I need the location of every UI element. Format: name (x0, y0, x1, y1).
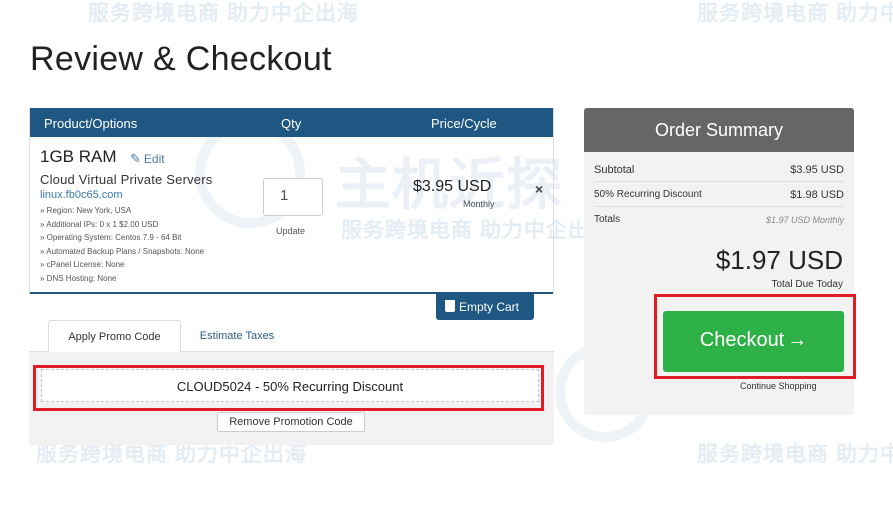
product-name: 1GB RAM (40, 147, 117, 166)
totals-row: Totals $1.97 USD Monthly (594, 208, 844, 232)
order-summary: Order Summary Subtotal $3.95 USD 50% Rec… (584, 108, 854, 415)
watermark-text: 服务跨境电商 助力中企出海 (697, 2, 893, 25)
discount-label: 50% Recurring Discount (594, 189, 702, 200)
total-due-label: Total Due Today (771, 279, 843, 290)
continue-shopping-link[interactable]: Continue Shopping (740, 381, 817, 391)
subtotal-label: Subtotal (594, 164, 635, 176)
subtotal-value: $3.95 USD (790, 164, 844, 176)
totals-value: $1.97 USD Monthly (765, 215, 844, 225)
product-group: Cloud Virtual Private Servers (40, 172, 213, 187)
cart-header: Product/Options Qty Price/Cycle (30, 108, 553, 137)
trash-icon (445, 300, 455, 312)
tab-estimate-taxes[interactable]: Estimate Taxes (192, 320, 282, 353)
empty-cart-button[interactable]: Empty Cart (436, 294, 534, 320)
watermark-text: 服务跨境电商 助力中企出海 (88, 2, 359, 25)
page-title: Review & Checkout (30, 40, 332, 78)
discount-value: $1.98 USD (790, 189, 844, 201)
product-domain: linux.fb0c65.com (40, 189, 123, 201)
billing-cycle: Monthly (463, 199, 495, 209)
discount-row: 50% Recurring Discount $1.98 USD (594, 183, 844, 207)
remove-promo-button[interactable]: Remove Promotion Code (217, 412, 365, 432)
promo-tabs-panel: Apply Promo Code Estimate Taxes CLOUD502… (29, 320, 554, 445)
total-due-amount: $1.97 USD (715, 245, 843, 275)
edit-label: Edit (143, 152, 165, 166)
totals-label: Totals (594, 214, 621, 225)
remove-item-icon[interactable]: × (535, 181, 543, 197)
subtotal-row: Subtotal $3.95 USD (594, 158, 844, 182)
column-product: Product/Options (44, 116, 138, 131)
watermark-text: 服务跨境电商 助力中企出海 (697, 443, 893, 466)
product-option: » Region: New York, USA (40, 206, 132, 215)
column-qty: Qty (281, 116, 302, 131)
arrow-right-icon: → (787, 329, 808, 351)
column-price: Price/Cycle (431, 116, 497, 131)
applied-promo-code: CLOUD5024 - 50% Recurring Discount (41, 369, 539, 402)
cart-item-row: 1GB RAM ✎ Edit Cloud Virtual Private Serv… (30, 137, 553, 294)
quantity-input[interactable]: 1 (263, 178, 323, 216)
edit-link[interactable]: ✎ Edit (130, 151, 165, 167)
product-option: » DNS Hosting: None (40, 273, 117, 283)
product-option: » Additional IPs: 0 x 1 $2.00 USD (40, 219, 159, 229)
pencil-icon: ✎ (130, 151, 141, 166)
product-options-list: » Region: New York, USA » Additional IPs… (40, 204, 204, 285)
product-option: » Automated Backup Plans / Snapshots: No… (40, 246, 205, 256)
cart-table: Product/Options Qty Price/Cycle 1GB RAM … (29, 108, 554, 294)
update-button[interactable]: Update (276, 226, 305, 236)
promo-tab-pane: CLOUD5024 - 50% Recurring Discount Remov… (29, 352, 554, 445)
order-summary-title: Order Summary (584, 108, 854, 152)
product-option: » Operating System: Centos 7.9 - 64 Bit (40, 233, 182, 242)
item-price: $3.95 USD (413, 178, 492, 195)
checkout-label: Checkout (699, 329, 785, 351)
tab-apply-promo[interactable]: Apply Promo Code (48, 320, 181, 353)
empty-cart-label: Empty Cart (459, 300, 520, 314)
product-option: » cPanel License: None (40, 260, 125, 269)
checkout-button[interactable]: Checkout → (663, 311, 844, 372)
